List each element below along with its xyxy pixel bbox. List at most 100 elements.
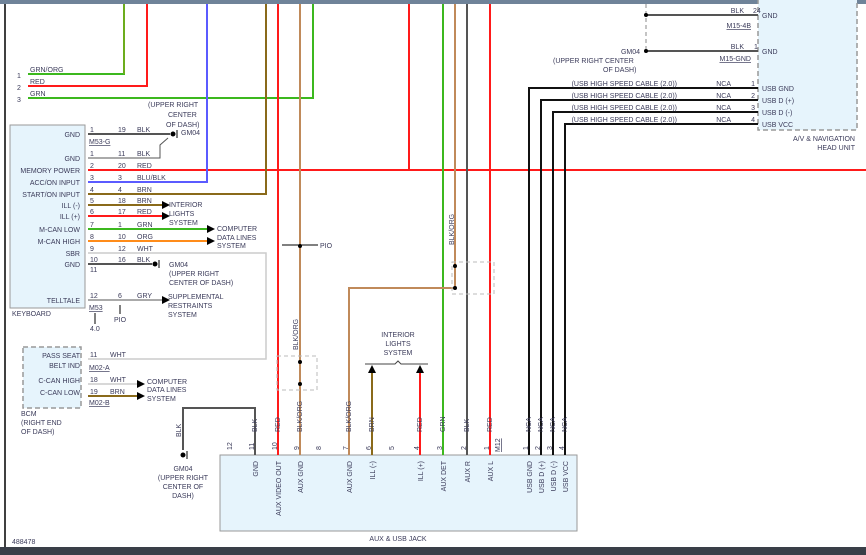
- label: PIO: [320, 243, 333, 250]
- label: C-CAN HIGH: [38, 378, 80, 385]
- label: 11: [90, 352, 97, 359]
- keyboard-pin-name: M-CAN HIGH: [38, 239, 80, 246]
- label: COMPUTER: [217, 226, 257, 233]
- wire-color: GRN: [440, 416, 447, 432]
- pin-number: 7: [343, 446, 350, 450]
- wire-color: BLU/BLK: [137, 175, 166, 182]
- label: GM04: [173, 466, 192, 473]
- keyboard-pin-name: GND: [64, 262, 80, 269]
- jack-pin-name: AUX R: [465, 461, 472, 482]
- label: (USB HIGH SPEED CABLE (2.0)): [572, 93, 677, 100]
- wire-nca: [540, 99, 758, 455]
- pin-number: 8: [90, 234, 94, 241]
- wire-nca: [528, 87, 758, 455]
- jack-pin-name: AUX DET: [441, 460, 448, 491]
- label: BLK: [731, 44, 745, 51]
- jack-pin-name: AUX L: [488, 461, 495, 481]
- wire-color: GRY: [137, 293, 152, 300]
- label: USB D (-): [762, 110, 792, 117]
- pin-number: 8: [316, 446, 323, 450]
- jack-pin-name: AUX GND: [298, 461, 305, 493]
- label: CENTER OF DASH): [169, 280, 233, 287]
- wire-grn-org: [28, 4, 125, 75]
- label: DATA LINES: [147, 387, 187, 394]
- bracket: [365, 360, 428, 365]
- splice-dot: [298, 360, 302, 364]
- label: (UPPER RIGHT: [169, 271, 220, 278]
- circuit-number: 17: [118, 209, 126, 216]
- pin-number: 9: [90, 246, 94, 253]
- wire-color: BLK/ORG: [346, 401, 353, 432]
- label: HEAD UNIT: [817, 145, 855, 152]
- connector-id: M53: [89, 305, 103, 312]
- wire-color: BLK: [137, 127, 151, 134]
- label: NCA: [526, 417, 533, 432]
- wire-blk-org: [348, 4, 456, 455]
- ground-icon: [180, 452, 186, 458]
- label: BLK: [176, 423, 183, 437]
- arrow-icon: [137, 380, 145, 388]
- pin-number: 11: [249, 443, 256, 450]
- pin-number: 12: [227, 442, 234, 450]
- arrow-icon: [368, 365, 376, 373]
- keyboard-pin-name: MEMORY POWER: [20, 168, 80, 175]
- label: USB D (+): [762, 98, 794, 105]
- pin-number: 4: [414, 446, 421, 450]
- label: (USB HIGH SPEED CABLE (2.0)): [572, 105, 677, 112]
- label: BLK/ORG: [293, 319, 300, 350]
- label: 3: [751, 105, 755, 112]
- wire-grn: [28, 4, 314, 99]
- circuit-number: 16: [118, 257, 126, 264]
- ground-icon: [152, 261, 158, 267]
- wire-color: BLK: [137, 151, 151, 158]
- ground-icon: [170, 131, 176, 137]
- circuit-number: 1: [118, 222, 122, 229]
- pin-number: 5: [389, 446, 396, 450]
- label: WHT: [110, 377, 127, 384]
- circuit-number: 18: [118, 198, 126, 205]
- label: NCA: [562, 417, 569, 432]
- label: DATA LINES: [217, 235, 257, 242]
- arrow-icon: [207, 237, 215, 245]
- label: M15-GND: [719, 56, 751, 63]
- wire-color: RED: [137, 209, 152, 216]
- label: 4: [559, 446, 566, 450]
- keyboard-pin-name: ACC/ON INPUT: [30, 180, 81, 187]
- circuit-number: 6: [118, 293, 122, 300]
- pin-number: 11: [90, 267, 97, 274]
- keyboard-pin-name: ILL (-): [62, 203, 80, 210]
- circuit-number: 12: [118, 246, 126, 253]
- label: M02-B: [89, 400, 110, 407]
- keyboard-pin-name: GND: [64, 156, 80, 163]
- label: RED: [30, 79, 45, 86]
- pin-number: 12: [90, 293, 98, 300]
- label: GM04: [181, 130, 200, 137]
- label: SYSTEM: [147, 396, 176, 403]
- label: (USB HIGH SPEED CABLE (2.0)): [572, 81, 677, 88]
- wire-color: RED: [275, 417, 282, 432]
- label: GM04: [621, 49, 640, 56]
- label: GRN/ORG: [30, 67, 63, 74]
- label: SUPPLEMENTAL: [168, 294, 224, 301]
- wire-color: BLK: [252, 418, 259, 432]
- label: NCA: [538, 417, 545, 432]
- label: 4.0: [90, 326, 100, 333]
- label: (RIGHT END: [21, 420, 62, 427]
- splice-dot: [453, 264, 457, 268]
- label: OF DASH): [21, 429, 54, 436]
- pin-number: 3: [90, 175, 94, 182]
- label: 2: [535, 446, 542, 450]
- label: USB VCC: [563, 461, 570, 492]
- pin-number: 10: [90, 257, 98, 264]
- arrow-icon: [207, 225, 215, 233]
- label: USB GND: [762, 86, 794, 93]
- wire-color: BLK: [464, 418, 471, 432]
- keyboard-pin-name: SBR: [66, 251, 80, 258]
- component-label: AUX & USB JACK: [369, 536, 427, 543]
- label: DASH): [172, 493, 194, 500]
- arrow-icon: [416, 365, 424, 373]
- wire-color: RED: [137, 163, 152, 170]
- jack-pin-name: ILL (-): [370, 461, 377, 479]
- label: (UPPER RIGHT: [148, 102, 199, 109]
- label: 1: [523, 446, 530, 450]
